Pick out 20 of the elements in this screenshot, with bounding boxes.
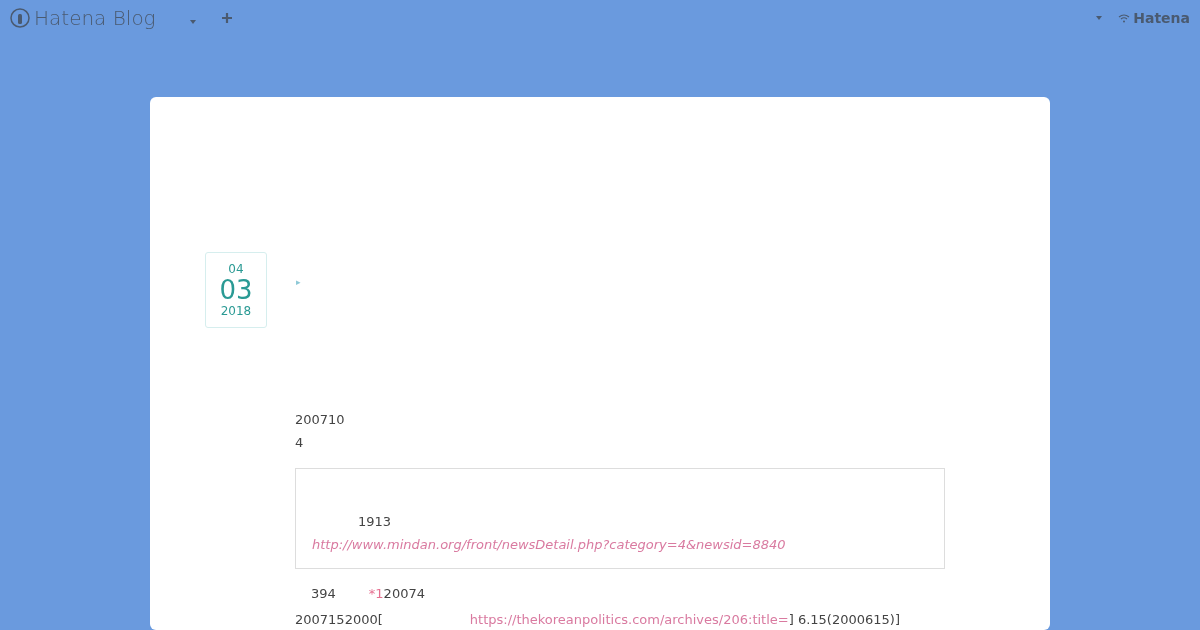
date-month: 04 [228, 262, 244, 276]
body-text: 394 [311, 585, 336, 603]
hatena-logo[interactable]: Hatena [1118, 10, 1190, 26]
triangle-marker: ▸ [296, 277, 301, 289]
footnote-link[interactable]: *1 [368, 582, 384, 605]
body-text: ] 6.15(2000615)] [788, 612, 900, 628]
caret-icon [1096, 16, 1103, 20]
date-day: 03 [219, 276, 253, 304]
source-link[interactable]: http://www.mindan.org/front/newsDetail.php?category=4&newsid=8840 [312, 537, 786, 552]
body-text: 20074 [383, 585, 425, 603]
body-text: 200710 [295, 411, 346, 429]
body-text: 4 [295, 434, 305, 452]
blog-logo[interactable]: Hatena Blog [10, 6, 156, 30]
wifi-icon [1118, 13, 1131, 23]
quote-text: 1913 [357, 513, 393, 531]
date-year: 2018 [220, 304, 252, 318]
article-link[interactable]: https://thekoreanpolitics.com/archives/206:title= [469, 612, 789, 628]
body-text: 2007152000[ [295, 612, 383, 628]
plus-icon[interactable] [221, 13, 232, 23]
caret-icon [189, 19, 196, 24]
